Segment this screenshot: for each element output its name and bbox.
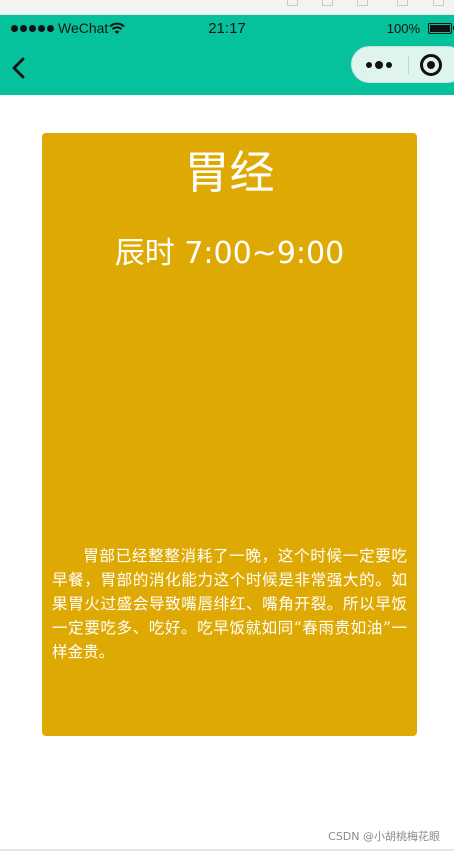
toolbar-ghost-icon — [287, 0, 298, 6]
back-button[interactable] — [6, 56, 30, 80]
battery-percentage: 100% — [386, 21, 420, 36]
toolbar-ghost-icon — [322, 0, 333, 6]
battery-icon — [428, 23, 454, 34]
card-title: 胃经 — [184, 146, 275, 199]
status-bar: WeChat 21:17 100% — [0, 15, 454, 43]
meridian-card: 胃经 辰时 7:00~9:00 胃部已经整整消耗了一晚，这个时候一定要吃早餐，胃… — [42, 133, 417, 736]
watermark: CSDN @小胡桃梅花眼 — [328, 830, 440, 843]
window-top-strip — [0, 0, 454, 15]
navigation-header: WeChat 21:17 100% — [0, 15, 454, 95]
mini-program-capsule — [351, 46, 454, 83]
toolbar-ghost-icon — [397, 0, 408, 6]
card-description: 胃部已经整整消耗了一晚，这个时候一定要吃早餐，胃部的消化能力这个时候是非常强大的… — [52, 547, 407, 661]
target-circle-icon[interactable] — [420, 54, 442, 76]
card-time-range: 辰时 7:00~9:00 — [114, 236, 345, 271]
toolbar-ghost-icon — [357, 0, 368, 6]
capsule-divider — [408, 56, 409, 74]
chevron-left-icon — [12, 57, 25, 79]
toolbar-ghost-icon — [433, 0, 444, 6]
more-dots-icon[interactable] — [366, 57, 394, 73]
